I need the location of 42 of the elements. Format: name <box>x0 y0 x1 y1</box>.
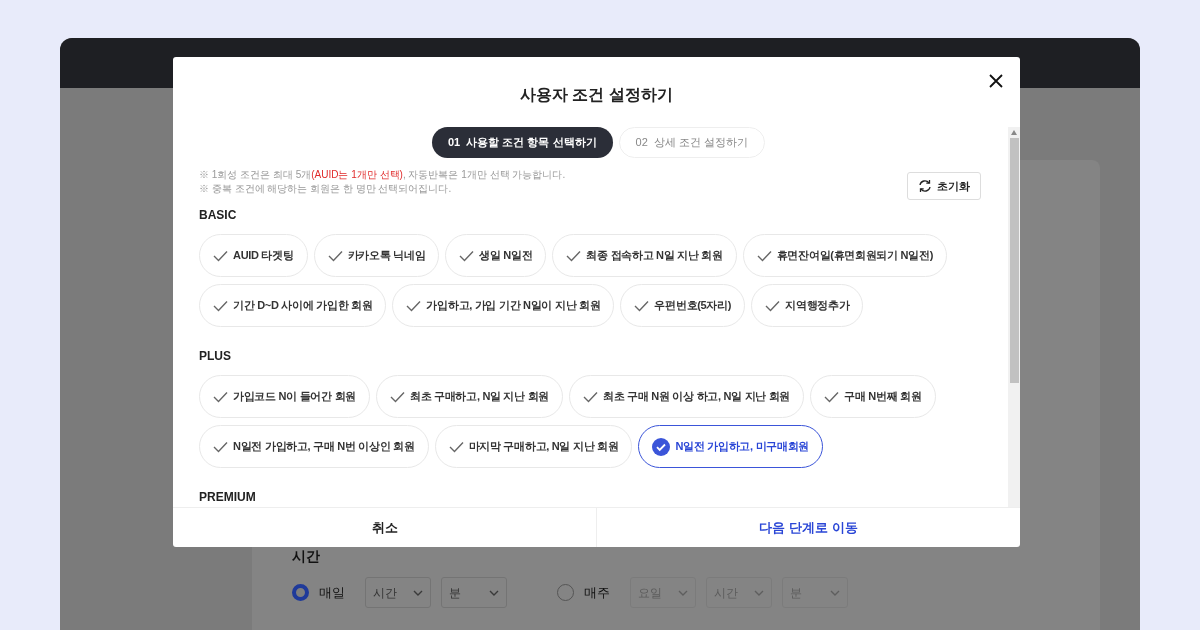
section-label: 시간 <box>292 547 321 566</box>
next-button[interactable]: 다음 단계로 이동 <box>596 508 1020 547</box>
close-button[interactable] <box>987 72 1005 90</box>
check-icon <box>327 249 343 262</box>
modal-title: 사용자 조건 설정하기 <box>520 85 673 105</box>
radio-label: 매주 <box>584 583 610 602</box>
check-icon <box>448 440 464 453</box>
check-icon <box>213 299 228 312</box>
check-icon <box>389 390 405 403</box>
check-icon <box>824 390 840 403</box>
check-icon <box>765 299 781 312</box>
check-icon <box>213 440 228 453</box>
check-icon <box>406 299 422 312</box>
check-icon <box>213 249 228 262</box>
radio-label: 매일 <box>319 583 345 602</box>
scroll-up-icon[interactable] <box>1011 130 1017 135</box>
section-title: PLUS <box>199 348 232 365</box>
chevron-down-icon <box>754 589 764 596</box>
check-icon <box>756 249 772 262</box>
select-field[interactable]: 시간 <box>365 577 431 608</box>
refresh-icon <box>918 179 932 193</box>
cancel-button[interactable]: 취소 <box>173 508 596 547</box>
section-title: BASIC <box>199 207 238 224</box>
check-icon <box>213 390 228 403</box>
step-tab[interactable]: 01 사용할 조건 항목 선택하기 <box>432 127 613 158</box>
checked-icon <box>652 437 671 456</box>
select-field[interactable]: 분 <box>441 577 507 608</box>
scrollbar-thumb[interactable] <box>1009 138 1019 383</box>
chevron-down-icon <box>678 589 688 596</box>
notice-text: ※ 1회성 조건은 최대 5개(AUID는 1개만 선택), 자동반복은 1개만 선택 가능합니다. <box>199 168 566 182</box>
reset-button[interactable]: 초기화 <box>907 172 981 200</box>
check-icon <box>566 249 582 262</box>
chevron-down-icon <box>413 589 423 596</box>
radio-button[interactable] <box>292 584 309 601</box>
notice-text: ※ 중복 조건에 해당하는 회원은 한 명만 선택되어집니다. <box>199 182 453 196</box>
chevron-down-icon <box>489 589 499 596</box>
section-title: PREMIUM <box>199 489 257 506</box>
check-icon <box>459 249 475 262</box>
chevron-down-icon <box>830 589 840 596</box>
check-icon <box>583 390 599 403</box>
check-icon <box>634 299 650 312</box>
step-tab[interactable]: 02 상세 조건 설정하기 <box>618 127 765 158</box>
